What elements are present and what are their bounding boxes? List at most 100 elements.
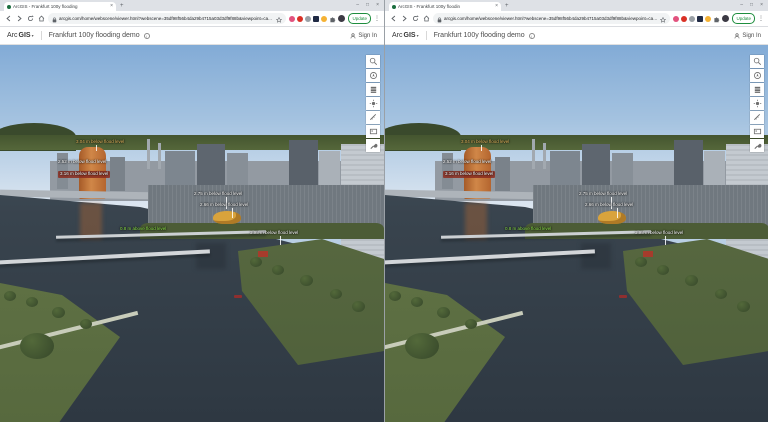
red-boat [619,295,627,298]
desktop: ArcGIS - Frankfurt 100y flooding × + – □… [0,0,768,422]
measure-icon[interactable] [750,111,764,124]
home-icon[interactable] [422,15,430,23]
forward-icon[interactable] [15,15,23,23]
tree [635,257,647,267]
scene-toolbar [366,55,380,152]
flood-level-label: 3.04 m below flood level [461,140,509,145]
water-reflection [80,203,102,239]
layers-icon[interactable] [750,83,764,96]
tree [657,265,669,275]
extension-yellow[interactable] [321,16,327,22]
navigation-icon[interactable] [750,69,764,82]
search-icon[interactable] [750,55,764,68]
new-tab-button[interactable]: + [505,3,509,9]
profile-avatar[interactable] [338,15,345,22]
tree [352,301,365,312]
home-icon[interactable] [37,15,45,23]
extension-navy[interactable] [313,16,319,22]
tree [465,319,477,329]
address-bar[interactable]: arcgis.com/home/webscene/viewer.html?web… [433,13,670,24]
large-tree [405,333,439,359]
browser-toolbar: arcgis.com/home/webscene/viewer.html?web… [0,11,384,27]
extension-gray[interactable] [689,16,695,22]
extension-red[interactable] [681,16,687,22]
arcgis-header: ArcGIS ▾ Frankfurt 100y flooding demo i … [0,27,384,45]
sign-in-button[interactable]: Sign In [350,33,377,39]
bookmark-star-icon[interactable] [276,10,282,28]
reload-icon[interactable] [411,15,419,23]
window-minimize-button[interactable]: – [356,3,359,8]
extension-red[interactable] [297,16,303,22]
extension-pink[interactable] [673,16,679,22]
extension-gray[interactable] [305,16,311,22]
tree [411,297,423,307]
tree [330,289,342,299]
building [495,157,510,191]
lock-icon [52,10,57,28]
info-icon[interactable]: i [144,33,150,39]
daylight-icon[interactable] [750,97,764,110]
forward-icon[interactable] [400,15,408,23]
tree [389,291,401,301]
window-maximize-button[interactable]: □ [366,3,369,8]
large-tree [20,333,54,359]
arcgis-menu[interactable]: ArcGIS ▾ [7,32,34,39]
extension-yellow[interactable] [705,16,711,22]
yellow-pavilion [213,211,241,224]
browser-tab[interactable]: ArcGIS - Frankfurt 100y flooding × [4,2,116,11]
update-chip[interactable]: Update [348,13,371,24]
lock-icon [437,10,442,28]
search-icon[interactable] [366,55,380,68]
tab-close-icon[interactable]: × [495,4,498,9]
update-chip[interactable]: Update [732,13,755,24]
window-close-button[interactable]: × [760,3,763,8]
scene-viewport[interactable]: 3.04 m below flood level 2.52 m below fl… [385,45,768,422]
browser-menu-icon[interactable]: ⋮ [758,16,764,22]
tree [80,319,92,329]
slides-icon[interactable] [366,125,380,138]
window-minimize-button[interactable]: – [740,3,743,8]
reload-icon[interactable] [26,15,34,23]
browser-menu-icon[interactable]: ⋮ [374,16,380,22]
flood-level-label: 3.16 m below flood level [443,171,495,178]
building [110,157,125,191]
treeline [385,135,768,150]
measure-icon[interactable] [366,111,380,124]
tree [4,291,16,301]
extensions-puzzle-icon[interactable] [329,10,336,28]
settings-icon[interactable] [366,139,380,152]
water-reflection [581,243,611,269]
tab-title: ArcGIS - Frankfurt 100y flooding [13,4,108,9]
label-leader-line [232,208,233,218]
browser-tab[interactable]: ArcGIS - Frankfurt 100y floodin × [389,2,501,11]
label-leader-line [617,208,618,218]
tab-close-icon[interactable]: × [110,4,113,9]
extension-pink[interactable] [289,16,295,22]
extensions-puzzle-icon[interactable] [713,10,720,28]
tree [715,289,727,299]
extension-navy[interactable] [697,16,703,22]
info-icon[interactable]: i [529,33,535,39]
profile-avatar[interactable] [722,15,729,22]
navigation-icon[interactable] [366,69,380,82]
address-bar[interactable]: arcgis.com/home/webscene/viewer.html?web… [48,13,286,24]
scene-viewport[interactable]: 3.04 m below flood level 2.52 m below fl… [0,45,384,422]
scene-title: Frankfurt 100y flooding demo [49,32,140,39]
sign-in-button[interactable]: Sign In [734,33,761,39]
back-icon[interactable] [389,15,397,23]
daylight-icon[interactable] [366,97,380,110]
label-leader-line [481,145,482,151]
window-maximize-button[interactable]: □ [750,3,753,8]
new-tab-button[interactable]: + [120,3,124,9]
slides-icon[interactable] [750,125,764,138]
chevron-down-icon: ▾ [32,33,34,38]
arcgis-menu[interactable]: ArcGIS ▾ [392,32,419,39]
label-leader-line [665,236,666,245]
layers-icon[interactable] [366,83,380,96]
flood-level-label: 0.8 m above flood level [120,227,166,232]
bookmark-star-icon[interactable] [660,10,666,28]
window-close-button[interactable]: × [376,3,379,8]
settings-icon[interactable] [750,139,764,152]
flood-level-label: 3.04 m below flood level [76,140,124,145]
back-icon[interactable] [4,15,12,23]
